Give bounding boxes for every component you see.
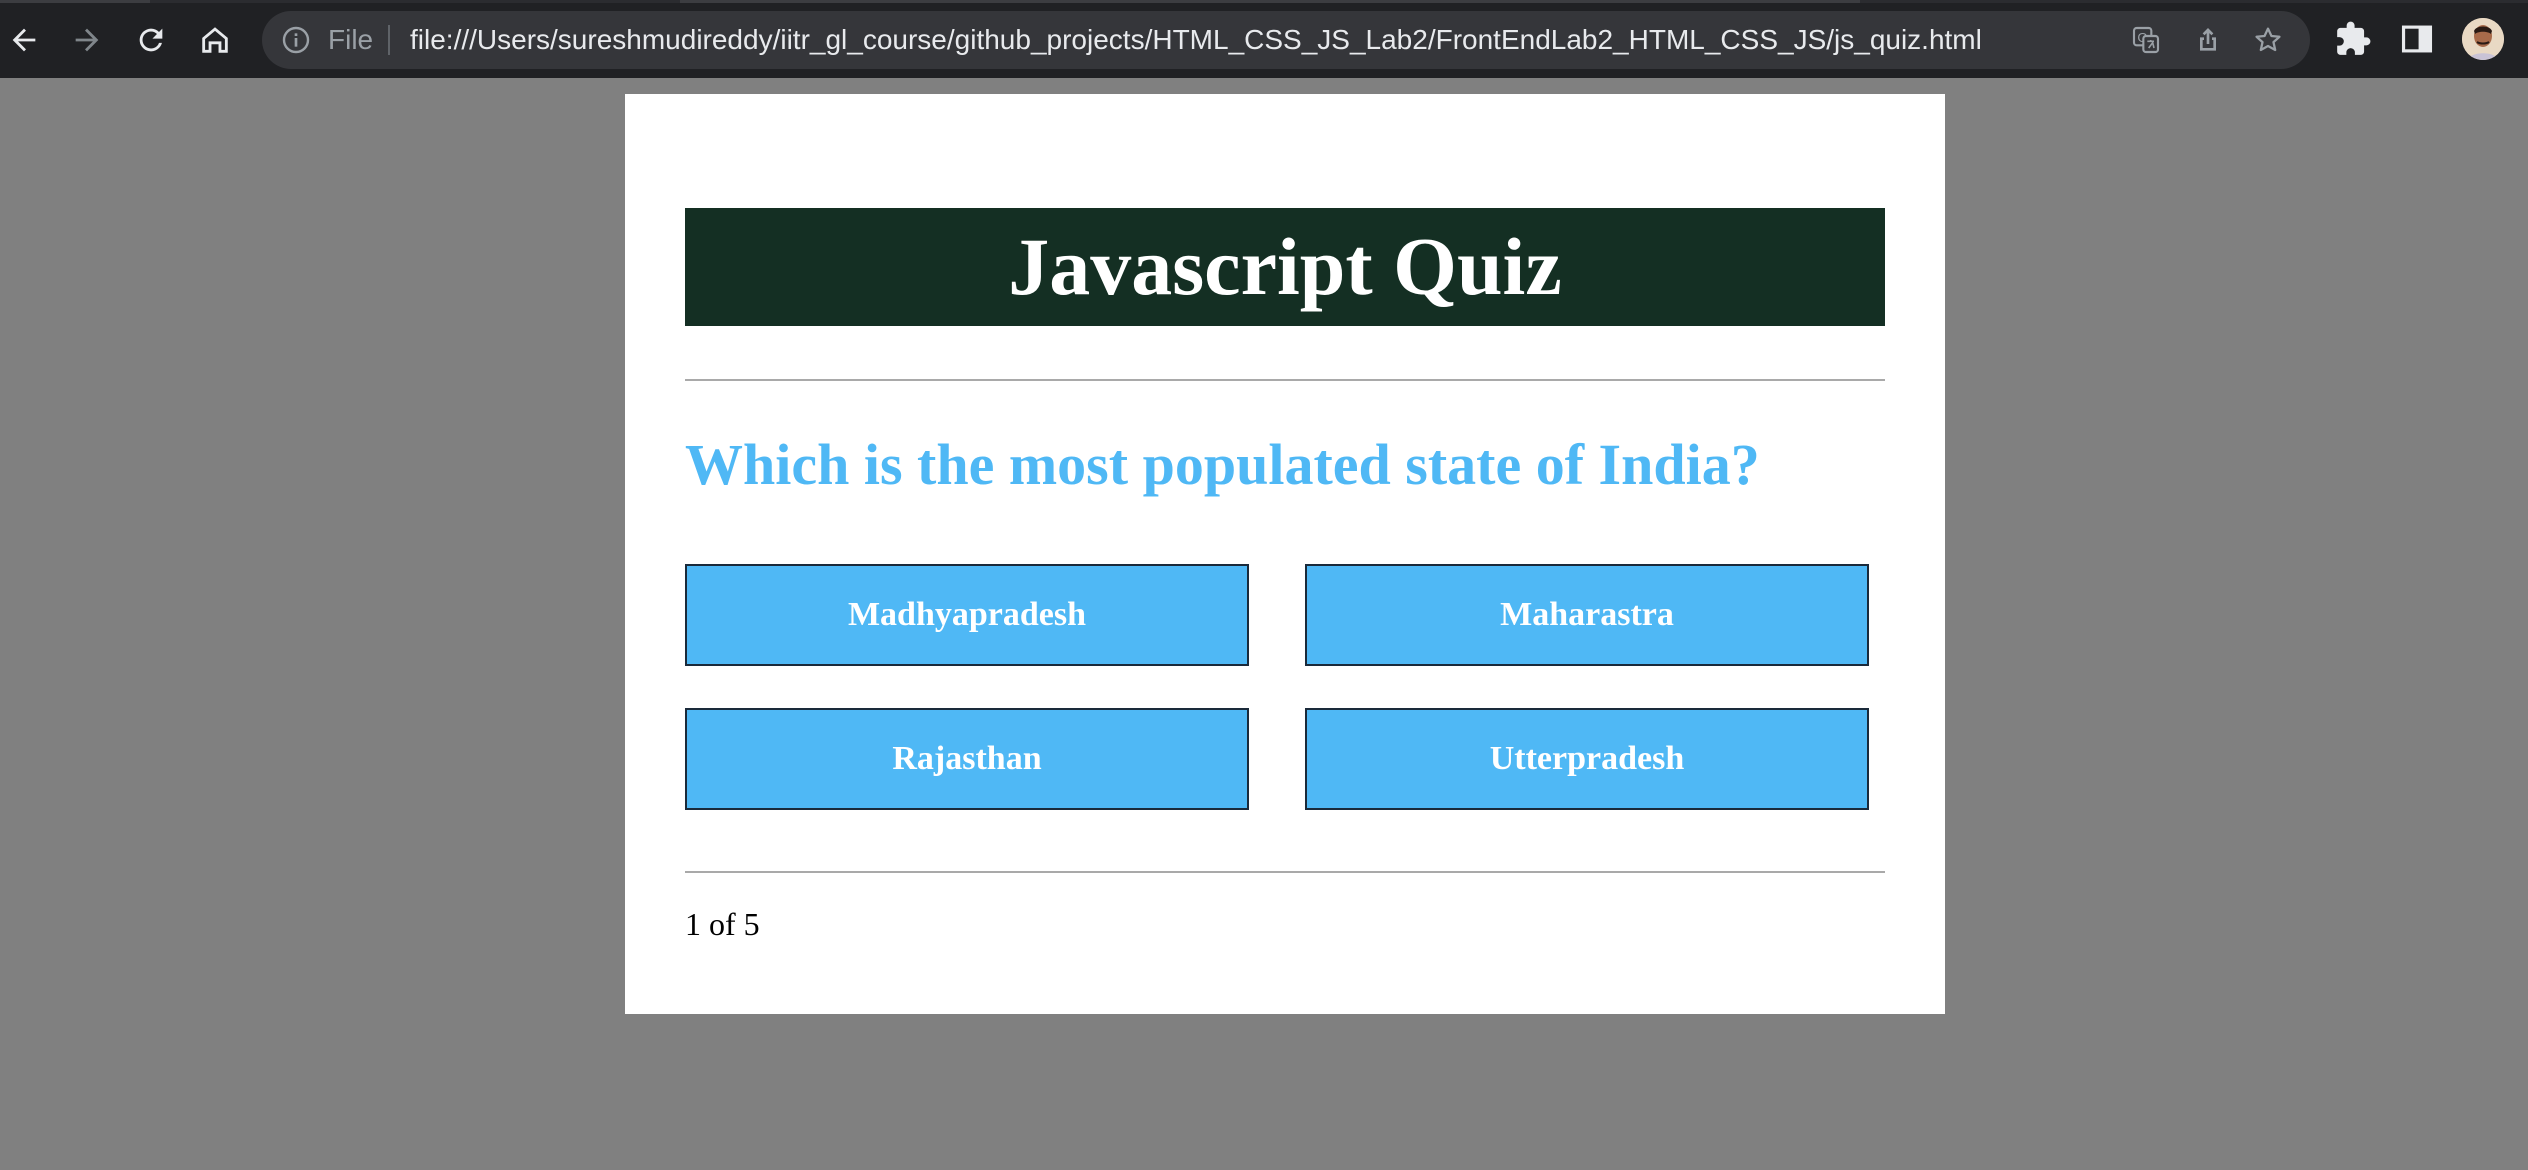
top-divider — [685, 379, 1885, 381]
arrow-left-icon — [7, 23, 41, 57]
browser-toolbar: File file:///Users/sureshmudireddy/iitr_… — [0, 0, 2528, 78]
reload-icon — [134, 23, 168, 57]
home-icon — [198, 23, 232, 57]
address-bar[interactable]: File file:///Users/sureshmudireddy/iitr_… — [262, 11, 2310, 69]
side-panel-icon[interactable] — [2398, 20, 2436, 58]
arrow-right-icon — [70, 23, 104, 57]
share-icon[interactable] — [2192, 24, 2224, 56]
url-text[interactable]: file:///Users/sureshmudireddy/iitr_gl_co… — [410, 11, 1982, 69]
tab-stub — [0, 0, 150, 3]
choice-label: Utterpradesh — [1489, 740, 1685, 777]
puzzle-icon[interactable] — [2334, 20, 2372, 58]
info-icon[interactable] — [280, 24, 312, 56]
back-button[interactable] — [2, 18, 46, 62]
home-button[interactable] — [193, 18, 237, 62]
tab-stub — [680, 0, 1860, 3]
forward-button[interactable] — [65, 18, 109, 62]
avatar-icon — [2462, 18, 2504, 60]
choice-button-2[interactable]: Maharastra — [1305, 564, 1869, 666]
address-separator — [388, 25, 390, 55]
quiz-title: Javascript Quiz — [685, 208, 1885, 326]
translate-icon[interactable]: G — [2130, 24, 2162, 56]
choice-button-3[interactable]: Rajasthan — [685, 708, 1249, 810]
question-progress: 1 of 5 — [685, 906, 760, 942]
choice-button-4[interactable]: Utterpradesh — [1305, 708, 1869, 810]
choice-button-1[interactable]: Madhyapradesh — [685, 564, 1249, 666]
reload-button[interactable] — [129, 18, 173, 62]
choice-label: Maharastra — [1500, 596, 1674, 633]
question-text: Which is the most populated state of Ind… — [685, 432, 1760, 497]
bottom-divider — [685, 871, 1885, 873]
file-scheme-label: File — [328, 24, 374, 55]
profile-avatar[interactable] — [2462, 18, 2504, 60]
quiz-container: Javascript Quiz Which is the most popula… — [625, 94, 1945, 1014]
star-icon[interactable] — [2252, 24, 2284, 56]
choice-label: Rajasthan — [892, 740, 1042, 777]
choice-label: Madhyapradesh — [847, 596, 1087, 633]
